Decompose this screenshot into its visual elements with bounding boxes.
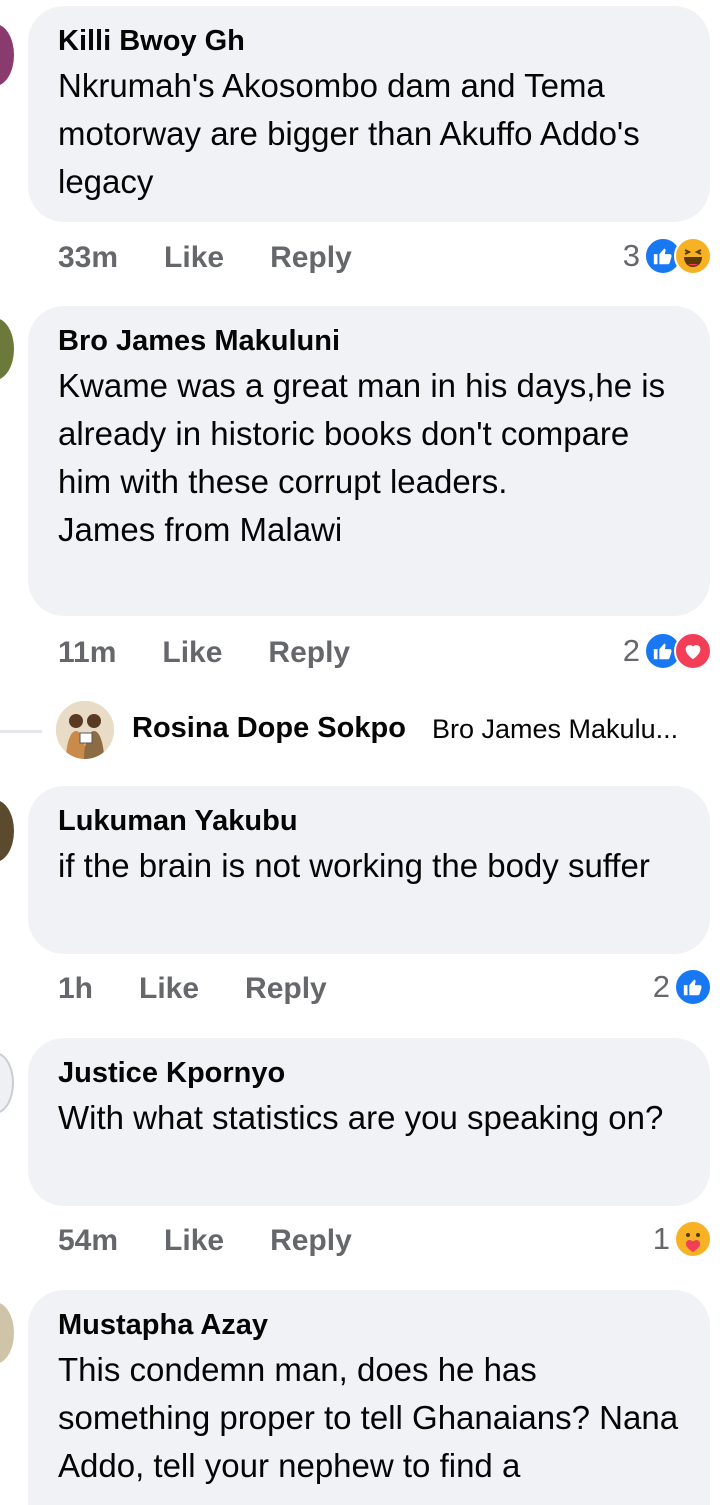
avatar[interactable] — [0, 1302, 14, 1364]
comment-author[interactable]: Killi Bwoy Gh — [58, 24, 680, 58]
comment-text: With what statistics are you speaking on… — [58, 1099, 664, 1136]
comment-author[interactable]: Lukuman Yakubu — [58, 804, 680, 838]
comment-bubble: Killi Bwoy Gh Nkrumah's Akosombo dam and… — [28, 6, 710, 222]
comment-bubble: Justice Kpornyo With what statistics are… — [28, 1038, 710, 1206]
comment-actions: 54m Like Reply — [58, 1221, 352, 1261]
comment-author[interactable]: Mustapha Azay — [58, 1308, 680, 1342]
love-icon — [674, 632, 712, 670]
like-button[interactable]: Like — [164, 1224, 224, 1258]
comment-text: This condemn man, does he has something … — [58, 1351, 679, 1484]
reply-button[interactable]: Reply — [268, 636, 350, 670]
reaction-count: 3 — [622, 238, 640, 273]
comment-author[interactable]: Justice Kpornyo — [58, 1056, 680, 1090]
avatar[interactable] — [56, 701, 114, 759]
like-icon — [674, 968, 712, 1006]
comment-text: if the brain is not working the body suf… — [58, 847, 650, 884]
comment-time[interactable]: 33m — [58, 241, 118, 275]
comments-page: Killi Bwoy Gh Nkrumah's Akosombo dam and… — [0, 0, 720, 1505]
like-button[interactable]: Like — [164, 241, 224, 275]
comment-actions: 1h Like Reply — [58, 969, 327, 1009]
reply-preview[interactable]: Rosina Dope Sokpo Bro James Makulu... — [0, 700, 720, 760]
comment-actions: 11m Like Reply — [58, 633, 350, 673]
avatar[interactable] — [0, 1052, 14, 1114]
like-button[interactable]: Like — [139, 972, 199, 1006]
reply-snippet: Bro James Makulu... — [432, 714, 679, 744]
reply-button[interactable]: Reply — [245, 972, 327, 1006]
comment-bubble: Bro James Makuluni Kwame was a great man… — [28, 306, 710, 616]
reaction-count: 1 — [652, 1221, 670, 1256]
comment-bubble: Lukuman Yakubu if the brain is not worki… — [28, 786, 710, 954]
avatar[interactable] — [0, 24, 14, 86]
reply-button[interactable]: Reply — [270, 1224, 352, 1258]
comment-time[interactable]: 11m — [58, 636, 116, 670]
reaction-summary[interactable]: 1 — [653, 1217, 712, 1261]
comment-actions: 33m Like Reply — [58, 238, 352, 278]
comment-time[interactable]: 54m — [58, 1224, 118, 1258]
reaction-summary[interactable]: 2 — [653, 965, 712, 1009]
comment-text: Nkrumah's Akosombo dam and Tema motorway… — [58, 67, 640, 200]
avatar[interactable] — [0, 318, 14, 380]
reaction-summary[interactable]: 2 — [623, 629, 712, 673]
reaction-count: 2 — [622, 633, 640, 668]
comment-author[interactable]: Bro James Makuluni — [58, 324, 680, 358]
reply-author[interactable]: Rosina Dope Sokpo — [132, 712, 406, 745]
care-icon — [674, 1220, 712, 1258]
thread-line — [0, 730, 42, 733]
comment-text: Kwame was a great man in his days,he is … — [58, 367, 666, 548]
like-button[interactable]: Like — [162, 636, 222, 670]
comment-bubble: Mustapha Azay This condemn man, does he … — [28, 1290, 710, 1505]
comment-time[interactable]: 1h — [58, 972, 93, 1006]
reaction-summary[interactable]: 3 — [623, 234, 712, 278]
haha-icon — [674, 237, 712, 275]
reply-button[interactable]: Reply — [270, 241, 352, 275]
reaction-count: 2 — [652, 969, 670, 1004]
avatar[interactable] — [0, 800, 14, 862]
